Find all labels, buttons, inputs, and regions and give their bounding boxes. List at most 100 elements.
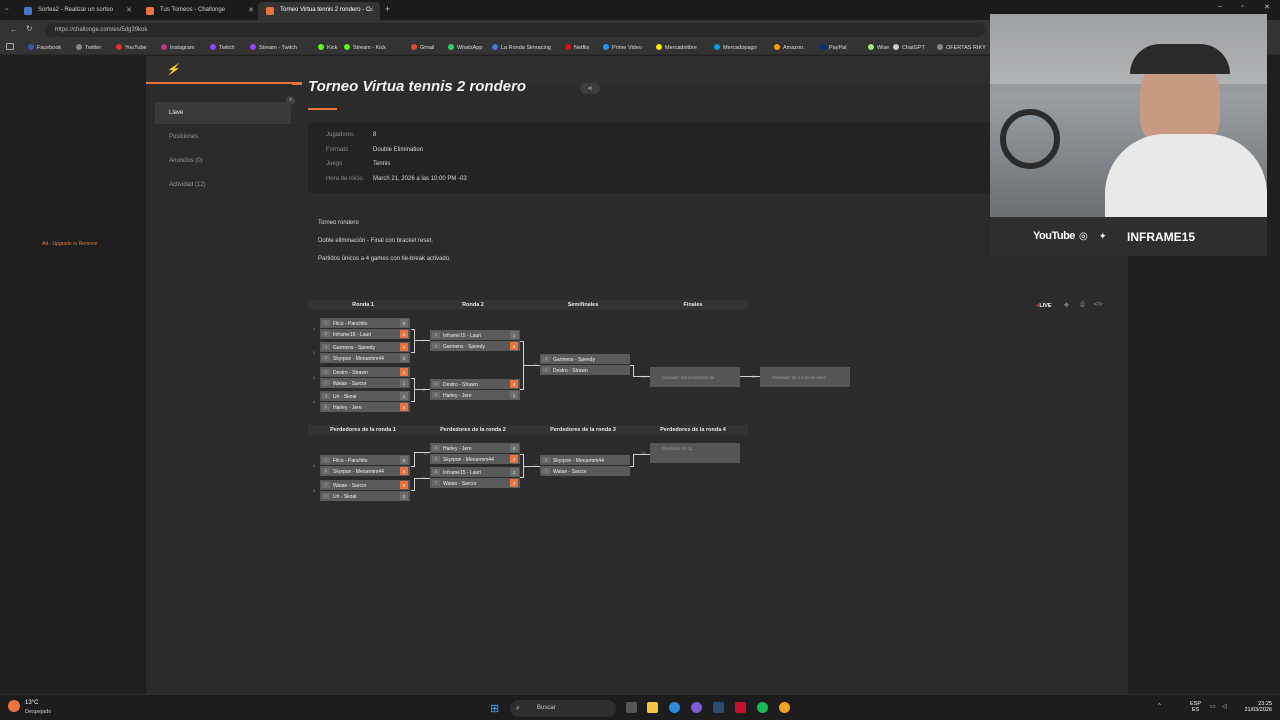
round-header: Perdedores de la ronda 4 <box>638 425 748 435</box>
taskbar-search[interactable]: Buscar <box>510 700 616 717</box>
bracket-connector <box>411 401 415 402</box>
bracket-match[interactable]: 4 Garmens - Speedy 2 Destro - Strawn <box>540 354 630 375</box>
seed: 6 <box>432 445 440 451</box>
match-slot[interactable]: 6 Harley - Jere 0 <box>430 443 520 453</box>
match-slot[interactable]: 8 Inframe15 - Lauri 3 <box>430 467 520 477</box>
task-view-icon[interactable] <box>626 702 637 713</box>
match-slot[interactable]: 8 Inframe15 - Lauri 4 <box>320 329 410 339</box>
match-slot[interactable]: 4 Garmens - Speedy 4 <box>430 341 520 351</box>
player-name: Inframe15 - Lauri <box>443 469 482 476</box>
stream-overlay: YouTube ◎ ✦ INFRAME15 <box>990 217 1267 256</box>
bracket-match[interactable]: 4 Garmens - Speedy 4 5 Skyrpon - Meruemm44 0 <box>320 342 410 363</box>
language-indicator[interactable]: ESP ES <box>1190 701 1201 713</box>
messenger-icon[interactable] <box>691 702 702 713</box>
tray-chevron-icon[interactable]: ^ <box>1158 703 1161 709</box>
player-name: Uri - Skoal <box>333 493 357 500</box>
match-slot[interactable]: 2 Destro - Strawn <box>540 365 630 375</box>
spotify-icon[interactable] <box>757 702 768 713</box>
game-app-icon[interactable] <box>735 702 746 713</box>
bracket-match[interactable]: 1 Filco - Panchito 0 5 Skyrpon - Meruemm44 4 <box>320 455 410 476</box>
bracket-match[interactable]: 5 Skyrpon - Meruemm44 7 Watan - Sarcor <box>540 455 630 476</box>
player-name: Filco - Panchito <box>333 320 368 327</box>
match-slot[interactable]: 7 Watan - Sarcor 4 <box>430 478 520 488</box>
bracket-connector <box>523 365 540 366</box>
match-slot[interactable]: 5 Skyrpon - Meruemm44 0 <box>320 353 410 363</box>
weather-icon[interactable] <box>8 700 20 712</box>
match-slot[interactable]: 6 Harley - Jere 1 <box>430 390 520 400</box>
score: 3 <box>400 392 408 400</box>
seed: 7 <box>542 468 550 474</box>
score: 4 <box>510 455 518 463</box>
round-header: Semifinales <box>528 300 638 310</box>
pending-match[interactable]: Ganador del cuadrante de <box>650 367 740 387</box>
match-slot[interactable]: 3 Uri - Skoal 3 <box>320 491 410 501</box>
match-slot[interactable]: 5 Skyrpon - Meruemm44 <box>540 455 630 465</box>
match-slot[interactable]: 5 Skyrpon - Meruemm44 4 <box>320 466 410 476</box>
network-icon[interactable]: ▭ <box>1210 703 1216 710</box>
player-name: Watan - Sarcor <box>333 482 367 489</box>
seed: 4 <box>432 343 440 349</box>
seed: 3 <box>322 493 330 499</box>
bracket-connector <box>633 454 634 466</box>
seed: 7 <box>322 380 330 386</box>
match-number: 3 <box>313 375 316 380</box>
bracket-connector <box>414 478 430 479</box>
bracket-connector <box>414 340 430 341</box>
player-name: Inframe15 - Lauri <box>333 331 372 338</box>
windows-start-icon[interactable]: ⊞ <box>490 702 499 715</box>
match-slot[interactable]: 6 Harley - Jere 4 <box>320 402 410 412</box>
bracket-match[interactable]: 2 Destro - Strawn 4 7 Watan - Sarcor 1 <box>320 367 410 388</box>
bracket-connector <box>520 389 524 390</box>
bracket-match[interactable]: 1 Filco - Panchito 0 8 Inframe15 - Lauri 4 <box>320 318 410 339</box>
score: 4 <box>510 342 518 350</box>
player-name: Inframe15 - Lauri <box>443 332 482 339</box>
score: 1 <box>400 379 408 387</box>
match-slot[interactable]: 4 Garmens - Speedy 4 <box>320 342 410 352</box>
file-explorer-icon[interactable] <box>647 702 658 713</box>
seed: 6 <box>432 392 440 398</box>
bracket-match[interactable]: 8 Inframe15 - Lauri 1 4 Garmens - Speedy 4 <box>430 330 520 351</box>
round-header: Perdedores de la ronda 3 <box>528 425 638 435</box>
seed: 1 <box>322 457 330 463</box>
bracket-match[interactable]: 3 Uri - Skoal 3 6 Harley - Jere 4 <box>320 391 410 412</box>
edge-icon[interactable] <box>669 702 680 713</box>
score: 0 <box>400 354 408 362</box>
match-slot[interactable]: 2 Destro - Strawn 4 <box>430 379 520 389</box>
match-slot[interactable]: 3 Uri - Skoal 3 <box>320 391 410 401</box>
clock[interactable]: 23:25 21/03/2026 <box>1236 701 1272 713</box>
seed: 3 <box>322 393 330 399</box>
bracket-connector <box>633 376 650 377</box>
match-slot[interactable]: 8 Inframe15 - Lauri 1 <box>430 330 520 340</box>
chrome-icon[interactable] <box>779 702 790 713</box>
weather-text: Despejado <box>25 709 52 715</box>
match-slot[interactable]: 7 Watan - Sarcor <box>540 466 630 476</box>
round-header: Perdedores de la ronda 1 <box>308 425 418 435</box>
pending-match[interactable]: Perdedor de 11 <box>650 443 740 463</box>
match-slot[interactable]: 1 Filco - Panchito 0 <box>320 455 410 465</box>
player-name: Destro - Strawn <box>443 381 478 388</box>
instagram-icon: ◎ <box>1079 231 1088 242</box>
score: 0 <box>400 456 408 464</box>
bracket-match[interactable]: 6 Harley - Jere 0 5 Skyrpon - Meruemm44 4 <box>430 443 520 464</box>
volume-icon[interactable]: ◁ <box>1222 703 1227 710</box>
match-slot[interactable]: 7 Watan - Sarcor 4 <box>320 480 410 490</box>
match-slot[interactable]: 4 Garmens - Speedy <box>540 354 630 364</box>
match-number: 1 <box>313 326 316 331</box>
seed: 2 <box>432 381 440 387</box>
player-name: Destro - Strawn <box>333 369 368 376</box>
match-slot[interactable]: 5 Skyrpon - Meruemm44 4 <box>430 454 520 464</box>
bracket-match[interactable]: 7 Watan - Sarcor 4 3 Uri - Skoal 3 <box>320 480 410 501</box>
search-icon: ⌕ <box>516 705 520 712</box>
seed: 4 <box>542 356 550 362</box>
steam-icon[interactable] <box>713 702 724 713</box>
bracket-match[interactable]: 2 Destro - Strawn 4 6 Harley - Jere 1 <box>430 379 520 400</box>
seed: 5 <box>542 457 550 463</box>
score: 4 <box>510 479 518 487</box>
match-slot[interactable]: 7 Watan - Sarcor 1 <box>320 378 410 388</box>
pending-match[interactable]: Perdedor de 14 (si es nece <box>760 367 850 387</box>
match-slot[interactable]: 2 Destro - Strawn 4 <box>320 367 410 377</box>
match-slot[interactable]: 1 Filco - Panchito 0 <box>320 318 410 328</box>
score: 4 <box>400 343 408 351</box>
match-number: 6 <box>313 488 316 493</box>
bracket-match[interactable]: 8 Inframe15 - Lauri 3 7 Watan - Sarcor 4 <box>430 467 520 488</box>
